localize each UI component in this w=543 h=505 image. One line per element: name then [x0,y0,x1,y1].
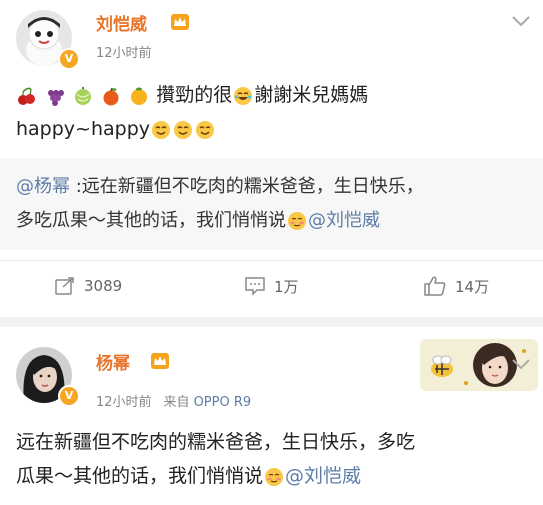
post-time: 12小时前 [96,46,152,61]
post-text-line2: 瓜果～其他的话，我们悄悄说 @刘恺威 [16,459,361,493]
smile-icon [151,120,171,140]
quoted-text: 多吃瓜果～其他的话，我们悄悄说 [16,210,286,231]
post-text-line2: happy~happy [16,112,216,146]
melon-icon [73,86,93,106]
chevron-down-icon[interactable] [510,14,532,28]
author-name[interactable]: 杨幂 [96,349,130,374]
quoted-text-line1: @杨幂 :远在新疆但不吃肉的糯米爸爸，生日快乐， [16,170,424,204]
repost-count: 3089 [84,277,123,295]
smile-icon [195,120,215,140]
mention-link[interactable]: @刘恺威 [285,465,361,487]
post-text: 远在新疆但不吃肉的糯米爸爸，生日快乐，多吃 [16,431,416,453]
shy-face-icon [287,211,307,231]
crown-icon [151,353,169,369]
orange-icon [129,86,149,106]
verified-badge-icon: V [58,385,80,407]
repost-button[interactable]: 3089 [54,261,122,311]
quoted-repost[interactable]: @杨幂 :远在新疆但不吃肉的糯米爸爸，生日快乐， 多吃瓜果～其他的话，我们悄悄说… [0,158,543,250]
post-text-part: 攢勁的很 [156,84,233,106]
comment-button[interactable]: 1万 [244,261,299,311]
crown-icon [171,14,189,30]
repost-icon [55,277,74,295]
mention-link[interactable]: @刘恺威 [308,210,380,231]
like-count: 14万 [455,277,490,296]
post-text-part: 瓜果～其他的话，我们悄悄说 [16,465,264,487]
grapes-icon [45,86,65,106]
quoted-text-line2: 多吃瓜果～其他的话，我们悄悄说 @刘恺威 [16,204,380,238]
thumbs-up-icon [424,276,446,296]
post-card-1: V 刘恺威 12小时前 攢勁的很 謝謝米兒媽媽 happy~happy @杨幂 :… [0,0,543,317]
comment-icon [245,277,265,296]
post-time: 12小时前 [96,395,152,410]
author-name[interactable]: 刘恺威 [96,10,147,35]
laughing-tears-icon [233,86,253,106]
smile-icon [173,120,193,140]
post-card-2: V 杨幂 12小时前 来自 OPPO R9 远在新疆但不吃肉的糯米爸爸，生日快乐，多… [0,327,543,505]
source-prefix: 来自 [163,395,190,410]
post-text: 攢勁的很 謝謝米兒媽媽 [16,78,368,112]
quoted-text: :远在新疆但不吃肉的糯米爸爸，生日快乐， [70,176,424,197]
post-text-part: 謝謝米兒媽媽 [254,84,369,106]
cherry-icon [17,86,37,106]
mention-link[interactable]: @杨幂 [16,176,70,197]
like-button[interactable]: 14万 [423,261,489,311]
apple-icon [101,86,121,106]
post-meta: 12小时前 来自 OPPO R9 [96,391,251,410]
device-link[interactable]: OPPO R9 [194,395,252,410]
verified-badge-icon: V [58,48,80,70]
chevron-down-icon[interactable] [510,357,532,371]
shy-face-icon [264,467,284,487]
post-text-part: happy~happy [16,118,151,140]
action-bar: 3089 1万 14万 [0,260,543,311]
comment-count: 1万 [274,277,299,296]
